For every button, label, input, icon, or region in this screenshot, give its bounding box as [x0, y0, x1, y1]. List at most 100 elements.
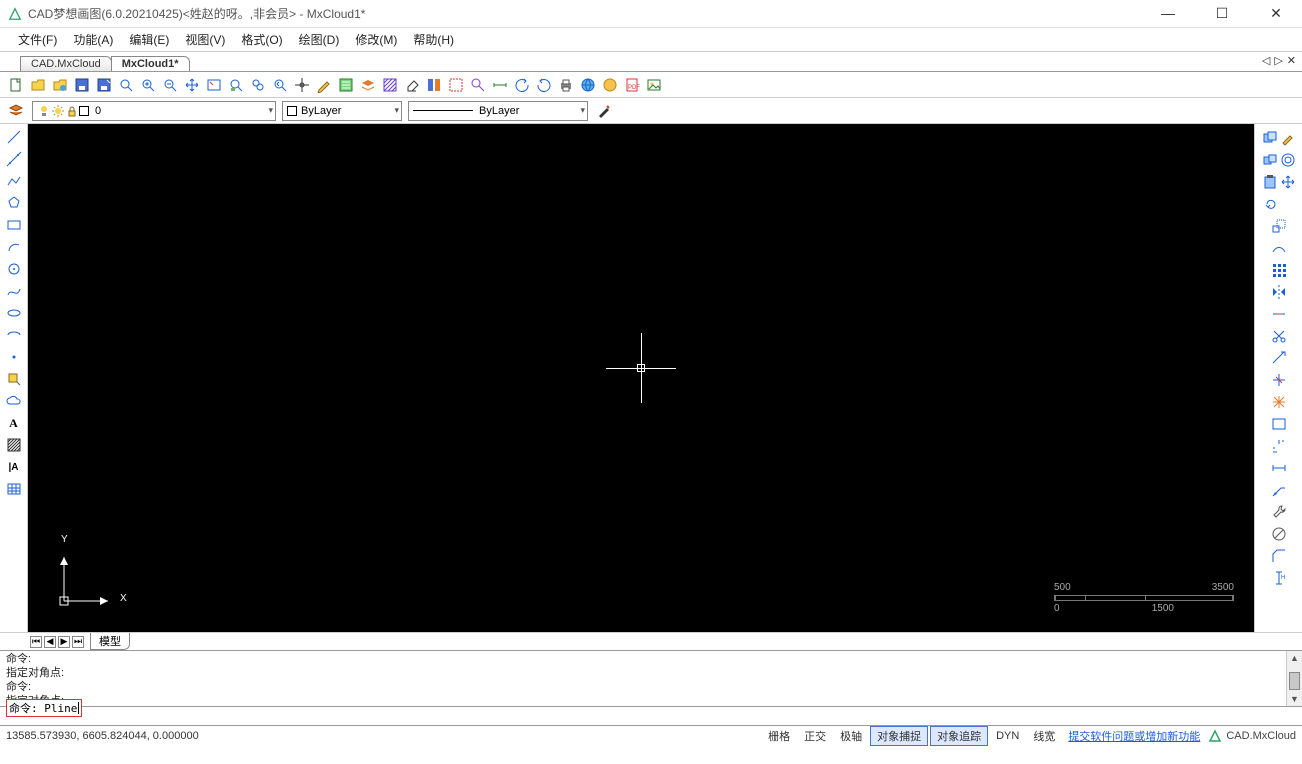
table-tool-icon[interactable]: [4, 480, 24, 498]
mtext-tool-icon[interactable]: |A: [4, 458, 24, 476]
tab-close-button[interactable]: ✕: [1287, 54, 1296, 67]
leader-icon[interactable]: [1269, 480, 1289, 500]
save-as-icon[interactable]: [94, 75, 114, 95]
lineweight-icon[interactable]: [594, 101, 614, 121]
copy-multi-icon[interactable]: [1261, 150, 1279, 170]
status-dyn[interactable]: DYN: [990, 729, 1025, 743]
pan-icon[interactable]: [182, 75, 202, 95]
menu-modify[interactable]: 修改(M): [347, 29, 405, 50]
layout-prev-button[interactable]: ◀: [44, 636, 56, 648]
drawing-canvas[interactable]: Y X 5003500 01500: [28, 124, 1254, 632]
close-button[interactable]: ✕: [1258, 5, 1294, 22]
layer-manager-icon[interactable]: [6, 101, 26, 121]
doc-tab-cad-mxcloud[interactable]: CAD.MxCloud: [20, 56, 112, 71]
command-line[interactable]: 命令: Pline: [0, 707, 1302, 725]
break-icon[interactable]: [1269, 414, 1289, 434]
menu-help[interactable]: 帮助(H): [405, 29, 462, 50]
copy-icon[interactable]: [1261, 128, 1279, 148]
cloud-tool-icon[interactable]: [4, 392, 24, 410]
redo-icon[interactable]: [534, 75, 554, 95]
color-combo[interactable]: ByLayer ▾: [282, 101, 402, 121]
offset-icon[interactable]: [1279, 150, 1297, 170]
status-otrack[interactable]: 对象追踪: [930, 726, 988, 746]
zoom-in-icon[interactable]: [138, 75, 158, 95]
circle-tool-icon[interactable]: [4, 260, 24, 278]
find-icon[interactable]: [468, 75, 488, 95]
wrench-icon[interactable]: [1269, 502, 1289, 522]
extend-icon[interactable]: [1269, 348, 1289, 368]
paste-icon[interactable]: [1261, 172, 1279, 192]
status-osnap[interactable]: 对象捕捉: [870, 726, 928, 746]
menu-format[interactable]: 格式(O): [233, 29, 290, 50]
web-icon[interactable]: [578, 75, 598, 95]
model-tab[interactable]: 模型: [90, 633, 130, 650]
polygon-tool-icon[interactable]: [4, 194, 24, 212]
status-lineweight[interactable]: 线宽: [1027, 727, 1061, 745]
command-history-scrollbar[interactable]: ▲ ▼: [1286, 651, 1302, 706]
tab-prev-button[interactable]: ◁: [1262, 54, 1270, 67]
undo-icon[interactable]: [512, 75, 532, 95]
layout-last-button[interactable]: ⏭: [72, 636, 84, 648]
trim-icon[interactable]: [1269, 370, 1289, 390]
feedback-link[interactable]: 提交软件问题或增加新功能: [1068, 728, 1200, 744]
print-icon[interactable]: [556, 75, 576, 95]
mirror-icon[interactable]: [1269, 282, 1289, 302]
array-icon[interactable]: [1269, 260, 1289, 280]
zoom-all-icon[interactable]: [248, 75, 268, 95]
hatch-icon[interactable]: [380, 75, 400, 95]
tab-next-button[interactable]: ▷: [1274, 54, 1282, 67]
layout-next-button[interactable]: ▶: [58, 636, 70, 648]
pdf-icon[interactable]: PDF: [622, 75, 642, 95]
select-all-icon[interactable]: [446, 75, 466, 95]
stretch-icon[interactable]: [1269, 238, 1289, 258]
layers-icon[interactable]: [358, 75, 378, 95]
scroll-thumb[interactable]: [1289, 672, 1300, 690]
status-ortho[interactable]: 正交: [798, 727, 832, 745]
text-tool-icon[interactable]: A: [4, 414, 24, 432]
menu-view[interactable]: 视图(V): [177, 29, 233, 50]
maximize-button[interactable]: ☐: [1204, 5, 1240, 22]
rectangle-tool-icon[interactable]: [4, 216, 24, 234]
move-icon[interactable]: [1279, 172, 1297, 192]
chamfer-icon[interactable]: [1269, 546, 1289, 566]
ellipse-tool-icon[interactable]: [4, 304, 24, 322]
vertical-dim-icon[interactable]: H: [1269, 568, 1289, 588]
zoom-extents-icon[interactable]: [204, 75, 224, 95]
edit-pencil-icon[interactable]: [314, 75, 334, 95]
status-polar[interactable]: 极轴: [834, 727, 868, 745]
rotate-icon[interactable]: [1261, 194, 1281, 214]
doc-tab-mxcloud1[interactable]: MxCloud1*: [111, 56, 190, 71]
minimize-button[interactable]: —: [1150, 5, 1186, 22]
scroll-down-icon[interactable]: ▼: [1287, 692, 1302, 706]
move-crosshair-icon[interactable]: [292, 75, 312, 95]
save-icon[interactable]: [72, 75, 92, 95]
menu-file[interactable]: 文件(F): [10, 29, 65, 50]
arc-tool-icon[interactable]: [4, 238, 24, 256]
layer-combo[interactable]: 0 ▾: [32, 101, 276, 121]
trim-dash-icon[interactable]: [1269, 304, 1289, 324]
image-icon[interactable]: [644, 75, 664, 95]
zoom-previous-icon[interactable]: [270, 75, 290, 95]
xline-tool-icon[interactable]: [4, 150, 24, 168]
hatch-tool-icon[interactable]: [4, 436, 24, 454]
dimension-icon[interactable]: [1269, 458, 1289, 478]
fillet-dash-icon[interactable]: [1269, 436, 1289, 456]
menu-draw[interactable]: 绘图(D): [291, 29, 348, 50]
eraser-icon[interactable]: [402, 75, 422, 95]
open-cloud-icon[interactable]: [50, 75, 70, 95]
open-file-icon[interactable]: [28, 75, 48, 95]
new-file-icon[interactable]: [6, 75, 26, 95]
scroll-up-icon[interactable]: ▲: [1287, 651, 1302, 665]
match-props-icon[interactable]: [424, 75, 444, 95]
zoom-realtime-icon[interactable]: [226, 75, 246, 95]
explode-icon[interactable]: [1269, 392, 1289, 412]
zoom-out-icon[interactable]: [160, 75, 180, 95]
spline-tool-icon[interactable]: [4, 282, 24, 300]
dist-icon[interactable]: [490, 75, 510, 95]
cut-icon[interactable]: [1269, 326, 1289, 346]
linetype-combo[interactable]: ByLayer ▾: [408, 101, 588, 121]
scale-icon[interactable]: [1269, 216, 1289, 236]
zoom-window-icon[interactable]: [116, 75, 136, 95]
layout-first-button[interactable]: ⏮: [30, 636, 42, 648]
properties-icon[interactable]: [336, 75, 356, 95]
